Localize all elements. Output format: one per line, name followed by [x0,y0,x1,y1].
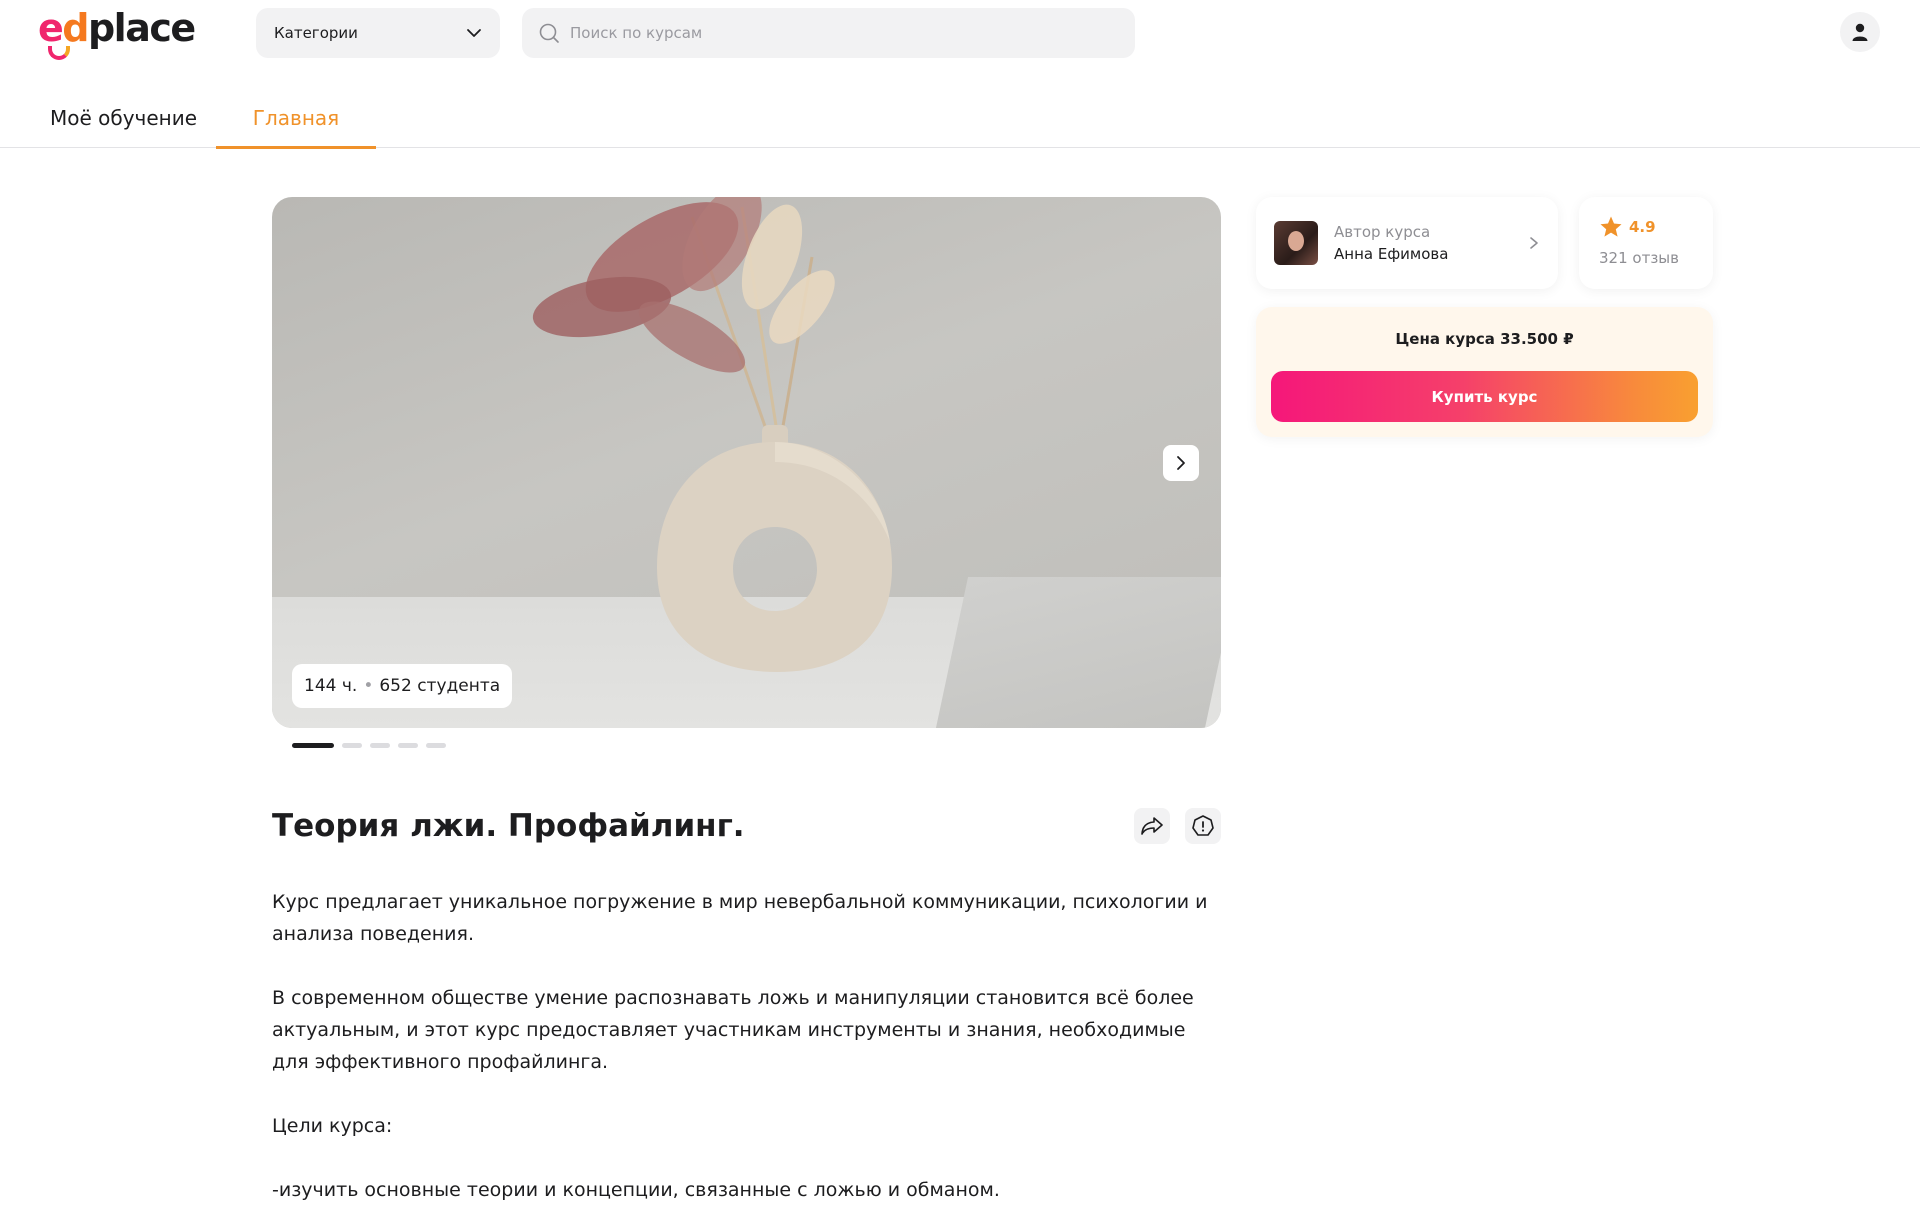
buy-course-button[interactable]: Купить курс [1271,371,1698,422]
warning-icon [1192,815,1214,836]
stats-separator: • [363,676,374,696]
logo-letter-d: d [62,6,89,50]
search-icon [539,23,559,43]
cover-vase-illustration [532,197,892,672]
chevron-right-icon [1177,456,1185,470]
author-card[interactable]: Автор курса Анна Ефимова [1256,197,1558,289]
course-students: 652 студента [379,676,501,696]
author-name: Анна Ефимова [1334,245,1449,263]
search-input[interactable] [570,24,1119,42]
course-stats-badge: 144 ч. • 652 студента [292,664,513,708]
search-bar [522,8,1135,58]
share-button[interactable] [1134,808,1170,844]
profile-button[interactable] [1840,12,1880,52]
tab-home[interactable]: Главная [216,98,376,149]
carousel-dot[interactable] [370,743,390,748]
share-icon [1141,817,1163,835]
author-label: Автор курса [1334,223,1431,241]
categories-dropdown[interactable]: Категории [256,8,500,58]
site-header: edplace Категории Моё обучение Главная [0,0,1920,149]
report-button[interactable] [1185,808,1221,844]
course-description: Курс предлагает уникальное погружение в … [272,886,1224,1217]
description-paragraph: Цели курса: [272,1115,393,1137]
description-paragraph: В современном обществе умение распознава… [272,987,1194,1073]
course-hours: 144 ч. [304,676,358,696]
chevron-down-icon [467,29,481,37]
logo-word-place: place [87,6,196,50]
chevron-right-icon [1530,237,1538,249]
logo-smile-mark [48,46,70,60]
logo-letter-e: e [38,6,64,50]
price-card: Цена курса 33.500 ₽ Купить курс [1256,307,1713,437]
course-price: Цена курса 33.500 ₽ [1395,330,1574,348]
star-icon [1600,216,1622,237]
categories-label: Категории [274,24,358,42]
rating-value: 4.9 [1629,218,1656,236]
description-paragraph: -изучить основные теории и концепции, св… [272,1179,1000,1201]
course-cover-carousel: 144 ч. • 652 студента [272,197,1221,728]
description-paragraph: Курс предлагает уникальное погружение в … [272,891,1208,945]
rating-card[interactable]: 4.9 321 отзыв [1579,197,1713,289]
user-icon [1852,23,1868,41]
reviews-count: 321 отзыв [1599,249,1679,267]
carousel-dot[interactable] [292,743,334,748]
tab-my-learning[interactable]: Моё обучение [50,98,210,148]
edplace-logo[interactable]: e d place [38,6,196,62]
carousel-dot[interactable] [342,743,362,748]
carousel-dot[interactable] [426,743,446,748]
carousel-dot[interactable] [398,743,418,748]
author-avatar [1274,221,1318,265]
course-title: Теория лжи. Профайлинг. [272,808,745,844]
carousel-next-button[interactable] [1163,445,1199,481]
carousel-indicators [292,743,446,748]
